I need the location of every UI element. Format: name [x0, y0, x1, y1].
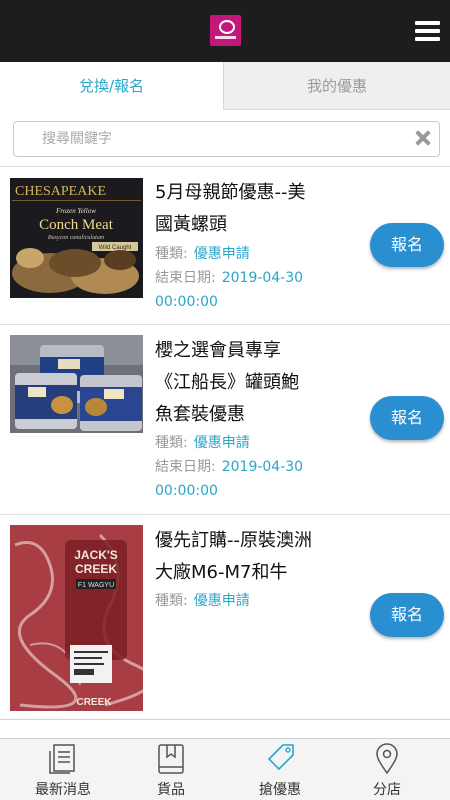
nav-deals[interactable]: 搶優惠 [224, 739, 336, 800]
news-icon [49, 744, 75, 774]
offer-card[interactable]: JACK'S CREEK F1 WAGYU CREEK 優先訂購--原裝澳洲 大… [0, 514, 450, 720]
nav-news[interactable]: 最新消息 [7, 739, 119, 800]
svg-text:CREEK: CREEK [75, 562, 117, 576]
clear-search-icon[interactable] [415, 130, 431, 146]
offer-card[interactable]: 櫻之選會員專享 《江船長》罐頭鮑 魚套裝優惠 種類: 優惠申請 結束日期: 2019… [0, 324, 450, 514]
offer-meta: 種類: 優惠申請 結束日期: 2019-04-30 00:00:00 [155, 435, 304, 499]
offer-card[interactable]: CHESAPEAKE Frozen Yellow Conch Meat Busy… [0, 166, 450, 324]
hamburger-menu-icon[interactable] [415, 19, 440, 43]
offer-title: 優先訂購--原裝澳洲 大廠M6-M7和牛 [155, 530, 312, 583]
location-pin-icon [376, 743, 398, 775]
svg-text:Busycon canaliculatum: Busycon canaliculatum [48, 235, 105, 241]
tab-my-offers[interactable]: 我的優惠 [224, 62, 450, 110]
nav-label: 搶優惠 [259, 782, 301, 798]
tab-bar: 兌換/報名 我的優惠 [0, 62, 450, 110]
svg-text:Wild Caught: Wild Caught [99, 245, 132, 251]
nav-branches[interactable]: 分店 [331, 739, 443, 800]
app-logo[interactable] [210, 15, 241, 46]
nav-products[interactable]: 貨品 [115, 739, 227, 800]
nav-label: 分店 [373, 782, 401, 798]
svg-text:JACK'S: JACK'S [74, 548, 118, 562]
signup-button[interactable]: 報名 [370, 593, 444, 637]
book-icon [158, 744, 184, 774]
nav-label: 貨品 [157, 782, 185, 798]
offer-title: 櫻之選會員專享 《江船長》罐頭鮑 魚套裝優惠 [155, 340, 299, 425]
svg-text:Frozen Yellow: Frozen Yellow [55, 207, 96, 215]
svg-text:F1 WAGYU: F1 WAGYU [78, 582, 114, 589]
svg-text:CREEK: CREEK [76, 697, 112, 708]
search-input[interactable] [42, 122, 402, 156]
tag-icon [268, 744, 294, 770]
bottom-nav: 最新消息 貨品 搶優惠 分店 [0, 738, 450, 800]
offer-image-conch: CHESAPEAKE Frozen Yellow Conch Meat Busy… [10, 178, 143, 298]
signup-button[interactable]: 報名 [370, 223, 444, 267]
tab-redeem-signup[interactable]: 兌換/報名 [0, 62, 224, 110]
nav-label: 最新消息 [35, 782, 91, 798]
signup-button[interactable]: 報名 [370, 396, 444, 440]
offer-meta: 種類: 優惠申請 [155, 593, 250, 609]
offer-title: 5月母親節優惠--美 國黃螺頭 [155, 182, 306, 235]
offer-image-wagyu: JACK'S CREEK F1 WAGYU CREEK [10, 525, 143, 711]
offer-meta: 種類: 優惠申請 結束日期: 2019-04-30 00:00:00 [155, 246, 304, 310]
top-bar [0, 0, 450, 62]
image-brand-text: CHESAPEAKE [15, 184, 106, 199]
search-box [13, 121, 440, 157]
svg-text:Conch Meat: Conch Meat [39, 217, 114, 233]
offer-image-abalone-cans [10, 335, 143, 433]
